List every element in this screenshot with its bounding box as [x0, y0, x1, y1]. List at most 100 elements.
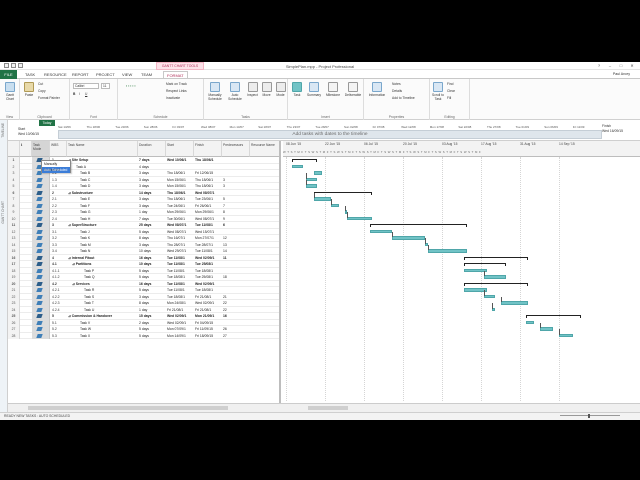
tab-file[interactable]: FILE [0, 70, 17, 79]
resource-cell[interactable] [251, 333, 279, 340]
finish-cell[interactable]: Fri 18/09/15 [195, 333, 222, 340]
tab-resource[interactable]: RESOURCE [41, 71, 70, 78]
close-button[interactable]: ✕ [628, 63, 636, 68]
cut-button[interactable]: Cut [38, 82, 43, 86]
timeline-bar[interactable]: Add tasks with dates to the timeline [58, 130, 602, 139]
table-row[interactable]: 28 5.3 Task X5 days Mon 14/09/1 Fri 18/09/15… [8, 332, 279, 340]
tab-team[interactable]: TEAM [138, 71, 155, 78]
user-name[interactable]: Paul Arcey [613, 72, 630, 76]
information-button[interactable]: Information [366, 82, 388, 97]
chart-scroll-thumb[interactable] [308, 406, 348, 410]
wbs-cell[interactable]: 5.3 [52, 333, 67, 340]
add-to-timeline-button[interactable]: Add to Timeline [392, 96, 415, 100]
tab-view[interactable]: VIEW [119, 71, 135, 78]
gantt-chart[interactable]: 08 Jun '15 22 Jun '15 06 Jul '15 20 Jul '15… [283, 141, 640, 412]
summary-bar[interactable] [464, 256, 529, 260]
task-bar[interactable] [313, 171, 323, 175]
task-bar[interactable] [313, 197, 331, 201]
summary-bar[interactable] [464, 263, 507, 266]
grid-scroll-thumb[interactable] [28, 406, 228, 410]
task-bar[interactable] [330, 203, 339, 208]
manually-schedule-button[interactable]: Manually Schedule [206, 82, 224, 101]
save-icon[interactable] [4, 63, 9, 68]
copy-button[interactable]: Copy [38, 89, 46, 93]
move-button[interactable]: Move [260, 82, 273, 97]
scroll-to-task-button[interactable]: Scroll to Task [431, 82, 445, 101]
header-task-mode[interactable]: Task Mode [32, 141, 50, 157]
task-name-cell[interactable]: Task X [68, 333, 138, 340]
task-grid[interactable]: ℹ Task Mode WBS Task Name Duration Start… [8, 141, 281, 412]
task-bar[interactable] [347, 216, 373, 221]
task-bar[interactable] [500, 301, 529, 305]
mark-on-track-button[interactable]: Mark on Track [166, 82, 187, 86]
task-bar[interactable] [483, 294, 495, 299]
predecessors-cell[interactable]: 27 [223, 333, 250, 340]
gantt-chart-button[interactable]: Gantt Chart [2, 82, 18, 101]
info-cell[interactable] [20, 333, 32, 340]
tab-format[interactable]: FORMAT [163, 71, 188, 78]
help-icon[interactable]: ? [595, 63, 603, 68]
task-bar[interactable] [391, 236, 426, 240]
task-bar[interactable] [291, 164, 303, 169]
task-bar[interactable] [483, 275, 507, 279]
task-bar[interactable] [559, 333, 573, 338]
summary-bar[interactable] [464, 282, 529, 286]
task-bar[interactable] [369, 229, 392, 234]
auto-schedule-button[interactable]: Auto Schedule [226, 82, 244, 101]
timeline-pane[interactable]: TIMELINE Today Start Wed 10/06/15 Sat 13… [0, 120, 640, 141]
horizontal-scrollbar[interactable] [8, 403, 640, 412]
task-mode-dropdown[interactable]: Manually Scheduled Auto Scheduled [41, 160, 71, 173]
underline-button[interactable]: U [85, 92, 87, 96]
undo-icon[interactable] [11, 63, 16, 68]
header-predecessors[interactable]: Predecessors [222, 141, 250, 157]
italic-button[interactable]: I [79, 92, 80, 96]
task-mode-cell[interactable] [32, 332, 50, 339]
dropdown-auto-scheduled[interactable]: Auto Scheduled [42, 167, 70, 173]
fill-button[interactable]: Fill [447, 96, 451, 100]
tab-project[interactable]: PROJECT [93, 71, 118, 78]
details-button[interactable]: Details [392, 89, 402, 93]
summary-bar[interactable] [525, 315, 582, 318]
header-wbs[interactable]: WBS [50, 141, 67, 157]
mode-button[interactable]: Mode [274, 82, 287, 97]
task-bar[interactable] [525, 320, 534, 325]
task-bar[interactable] [539, 327, 554, 331]
header-finish[interactable]: Finish [194, 141, 222, 157]
select-all-corner[interactable] [8, 141, 20, 157]
font-size-select[interactable]: 11 [101, 83, 110, 89]
header-resource-name[interactable]: Resource Name [250, 141, 279, 157]
row-number[interactable]: 28 [8, 332, 20, 339]
inactivate-button[interactable]: Inactivate [166, 96, 180, 100]
insert-deliverable-button[interactable]: Deliverable [343, 82, 363, 97]
header-info[interactable]: ℹ [20, 141, 32, 157]
summary-bar[interactable] [313, 191, 373, 195]
inspect-button[interactable]: Inspect [246, 82, 259, 97]
redo-icon[interactable] [18, 63, 23, 68]
tab-task[interactable]: TASK [22, 71, 38, 78]
font-name-select[interactable]: Calibri [73, 83, 99, 89]
format-painter-button[interactable]: Format Painter [38, 96, 60, 100]
summary-bar[interactable] [291, 159, 317, 162]
tab-report[interactable]: REPORT [69, 71, 92, 78]
insert-milestone-button[interactable]: Milestone [324, 82, 342, 97]
gantt-bars-area[interactable] [283, 157, 640, 401]
minimize-button[interactable]: – [606, 63, 614, 68]
task-bar[interactable] [305, 177, 317, 182]
zoom-thumb[interactable] [588, 414, 590, 418]
maximize-button[interactable]: □ [617, 63, 625, 68]
insert-task-button[interactable]: Task [290, 82, 304, 97]
respect-links-button[interactable]: Respect Links [166, 89, 187, 93]
insert-summary-button[interactable]: Summary [305, 82, 323, 97]
notes-button[interactable]: Notes [392, 82, 401, 86]
duration-cell[interactable]: 5 days [139, 333, 165, 340]
find-button[interactable]: Find [447, 82, 453, 86]
task-bar[interactable] [305, 184, 317, 188]
header-task-name[interactable]: Task Name [67, 141, 138, 157]
clear-button[interactable]: Clear [447, 89, 455, 93]
paste-button[interactable]: Paste [22, 82, 36, 97]
zoom-slider[interactable] [560, 414, 620, 418]
header-duration[interactable]: Duration [138, 141, 166, 157]
bold-button[interactable]: B [73, 92, 75, 96]
start-cell[interactable]: Mon 14/09/1 [167, 333, 194, 340]
task-bar[interactable] [428, 249, 468, 253]
